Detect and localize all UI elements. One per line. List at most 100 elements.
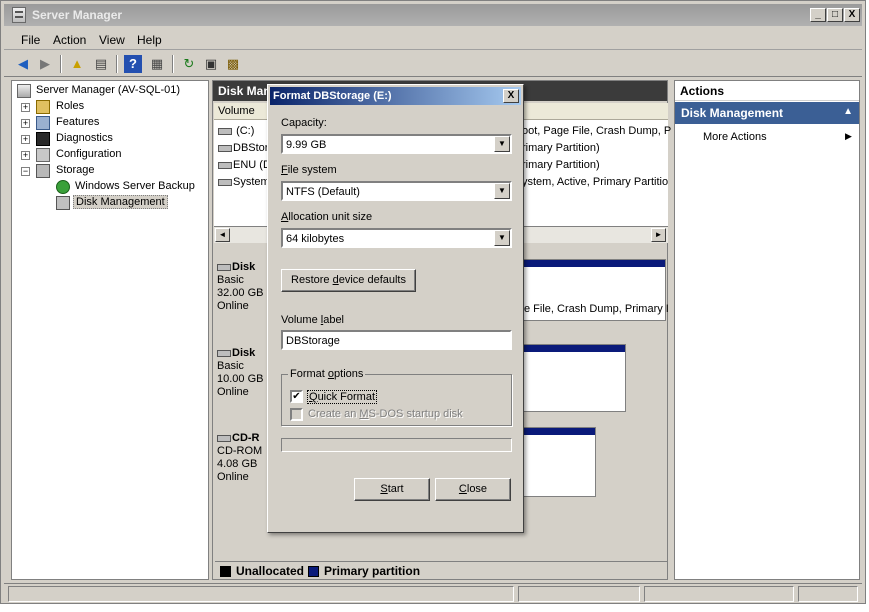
- tree-item-roles[interactable]: Roles: [56, 100, 84, 112]
- refresh-icon[interactable]: ↻: [180, 55, 198, 73]
- tree-item-configuration[interactable]: Configuration: [56, 148, 121, 160]
- chevron-down-icon[interactable]: ▼: [494, 136, 510, 152]
- file-system-select[interactable]: NTFS (Default) ▼: [281, 181, 512, 201]
- expand-diagnostics-icon[interactable]: +: [21, 135, 30, 144]
- properties-icon[interactable]: ▦: [148, 55, 166, 73]
- toolbar-separator: [60, 55, 62, 73]
- title-bar[interactable]: Server Manager _ □ X: [4, 4, 862, 26]
- up-folder-icon[interactable]: ▲: [68, 55, 86, 73]
- scroll-right-icon[interactable]: ►: [651, 228, 666, 242]
- capacity-value: 9.99 GB: [286, 139, 327, 151]
- chevron-down-icon[interactable]: ▼: [494, 183, 510, 199]
- format-progress-bar: [281, 438, 512, 452]
- disk-icon: [217, 263, 231, 271]
- maximize-button[interactable]: □: [827, 8, 843, 22]
- disk-1-partition[interactable]: [523, 344, 626, 412]
- volume-icon: [218, 178, 232, 186]
- status-cell: [798, 586, 858, 602]
- back-arrow-icon[interactable]: ◀: [14, 55, 32, 73]
- volume-status: rimary Partition): [522, 159, 600, 171]
- volume-status: ystem, Active, Primary Partitio: [522, 176, 669, 188]
- toolbar-separator: [116, 55, 118, 73]
- dialog-title-bar[interactable]: Format DBStorage (E:) X: [270, 87, 521, 105]
- disk-size: 10.00 GB: [217, 373, 264, 385]
- menu-file[interactable]: File: [21, 33, 40, 47]
- menu-help[interactable]: Help: [137, 33, 162, 47]
- scroll-left-icon[interactable]: ◄: [215, 228, 230, 242]
- msdos-startup-checkbox[interactable]: [290, 408, 303, 421]
- backup-icon: [56, 180, 70, 194]
- disk-type: Basic: [217, 274, 244, 286]
- minimize-button[interactable]: _: [810, 8, 826, 22]
- dialog-close-button[interactable]: X: [503, 89, 519, 103]
- disk-name: CD-R: [232, 432, 260, 444]
- tree-item-features[interactable]: Features: [56, 116, 99, 128]
- quick-format-checkbox[interactable]: ✔: [290, 390, 303, 403]
- submenu-arrow-icon: ▶: [845, 131, 852, 141]
- column-volume[interactable]: Volume: [218, 105, 255, 117]
- menu-bar: File Action View Help: [4, 28, 862, 50]
- storage-icon: [36, 164, 50, 178]
- forward-arrow-icon[interactable]: ▶: [36, 55, 54, 73]
- expand-configuration-icon[interactable]: +: [21, 151, 30, 160]
- tree-item-diagnostics[interactable]: Diagnostics: [56, 132, 113, 144]
- menu-action[interactable]: Action: [53, 33, 86, 47]
- disk-size: 4.08 GB: [217, 458, 258, 470]
- features-icon: [36, 116, 50, 130]
- status-cell: [518, 586, 640, 602]
- collapse-icon[interactable]: ▲: [843, 106, 853, 117]
- table-row[interactable]: System: [218, 176, 270, 188]
- dialog-close-action-button[interactable]: Close: [435, 478, 511, 501]
- disk-0-info[interactable]: Disk Basic 32.00 GB Online: [217, 261, 267, 341]
- disk-0-partition[interactable]: e File, Crash Dump, Primary I: [523, 259, 669, 321]
- diagnostics-icon: [36, 132, 50, 146]
- format-options-group: Format options ✔ Quick Format Create an …: [281, 368, 512, 426]
- volume-name: (C:): [236, 125, 255, 137]
- restore-defaults-button[interactable]: Restore device defaults: [281, 269, 416, 292]
- export-icon[interactable]: ▣: [202, 55, 220, 73]
- allocation-unit-label: Allocation unit size: [281, 211, 373, 223]
- status-cell: [644, 586, 794, 602]
- table-row[interactable]: (C:): [218, 125, 254, 137]
- partition-bar: [524, 428, 595, 435]
- volume-icon: [218, 144, 232, 152]
- cdrom-info[interactable]: CD-R CD-ROM 4.08 GB Online: [217, 432, 267, 512]
- actions-section-label: Disk Management: [681, 106, 784, 120]
- disk-icon: [217, 349, 231, 357]
- collapse-storage-icon[interactable]: −: [21, 167, 30, 176]
- configuration-icon: [36, 148, 50, 162]
- actions-header: Actions: [675, 81, 859, 101]
- disk-1-info[interactable]: Disk Basic 10.00 GB Online: [217, 347, 267, 427]
- tree-root[interactable]: Server Manager (AV-SQL-01): [36, 84, 180, 96]
- tree-item-disk-management[interactable]: Disk Management: [73, 195, 168, 209]
- expand-features-icon[interactable]: +: [21, 119, 30, 128]
- table-row[interactable]: ENU (D: [218, 159, 271, 171]
- server-manager-icon: [12, 7, 26, 23]
- help-icon[interactable]: ?: [124, 55, 142, 73]
- more-actions-link[interactable]: More Actions: [703, 131, 767, 143]
- quick-format-label[interactable]: Quick Format: [307, 390, 378, 404]
- dialog-title: Format DBStorage (E:): [273, 90, 392, 102]
- tree-item-storage[interactable]: Storage: [56, 164, 95, 176]
- start-button[interactable]: Start: [354, 478, 430, 501]
- legend-primary-partition: Primary partition: [324, 564, 421, 578]
- status-cell: [8, 586, 514, 602]
- menu-view[interactable]: View: [99, 33, 125, 47]
- capacity-select[interactable]: 9.99 GB ▼: [281, 134, 512, 154]
- chevron-down-icon[interactable]: ▼: [494, 230, 510, 246]
- volume-status: rimary Partition): [522, 142, 600, 154]
- tree-item-windows-server-backup[interactable]: Windows Server Backup: [75, 180, 195, 192]
- volume-label-label: Volume label: [281, 314, 344, 326]
- volume-label-input[interactable]: DBStorage: [281, 330, 512, 350]
- format-dialog: Format DBStorage (E:) X Capacity: 9.99 G…: [267, 84, 524, 533]
- close-button[interactable]: X: [844, 8, 860, 22]
- actions-section-disk-management[interactable]: Disk Management ▲: [675, 102, 859, 124]
- show-hide-tree-icon[interactable]: ▤: [92, 55, 110, 73]
- allocation-unit-select[interactable]: 64 kilobytes ▼: [281, 228, 512, 248]
- settings-icon[interactable]: ▩: [224, 55, 242, 73]
- legend: Unallocated Primary partition: [215, 561, 667, 579]
- partition-bar: [524, 260, 665, 267]
- cdrom-partition[interactable]: [523, 427, 596, 497]
- expand-roles-icon[interactable]: +: [21, 103, 30, 112]
- disk-state: Online: [217, 471, 249, 483]
